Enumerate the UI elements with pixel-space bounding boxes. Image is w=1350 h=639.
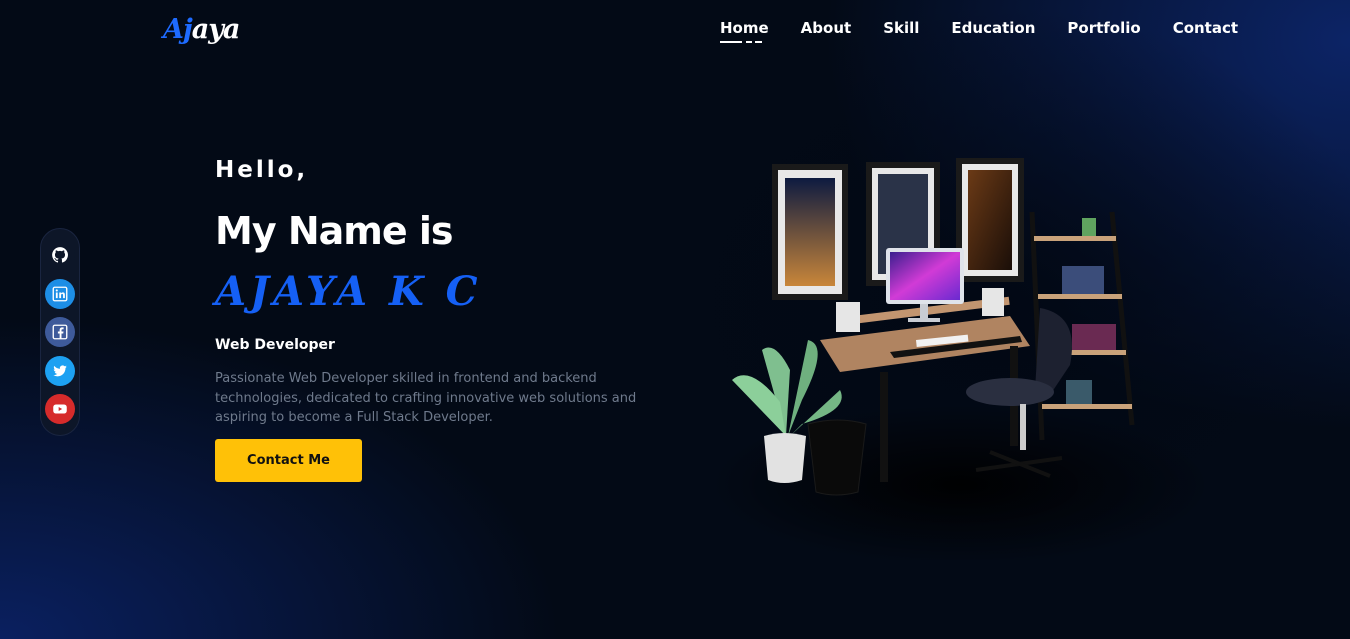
speaker-right (982, 288, 1004, 316)
linkedin-icon[interactable] (45, 278, 75, 309)
nav-skill[interactable]: Skill (883, 19, 919, 37)
waste-bin (807, 419, 867, 496)
twitter-icon[interactable] (45, 355, 75, 386)
hero-name: AJAYA K C (215, 268, 482, 315)
social-links-rail (40, 228, 80, 436)
hero-intro-heading: My Name is (215, 209, 454, 253)
picture-frame-left (772, 164, 848, 300)
hero-greeting: Hello, (215, 157, 309, 183)
youtube-icon[interactable] (45, 394, 75, 425)
nav-contact[interactable]: Contact (1173, 19, 1238, 37)
logo-text-accent: Aj (163, 14, 193, 45)
site-logo[interactable]: Ajaya (163, 14, 241, 45)
main-nav: Home About Skill Education Portfolio Con… (720, 19, 1238, 43)
contact-me-button[interactable]: Contact Me (215, 439, 362, 482)
nav-home[interactable]: Home (720, 19, 769, 43)
picture-frame-right (956, 158, 1024, 282)
facebook-icon[interactable] (45, 317, 75, 348)
logo-text: aya (191, 14, 241, 45)
nav-about[interactable]: About (801, 19, 852, 37)
workspace-illustration (710, 158, 1210, 560)
speaker-left (836, 302, 860, 332)
hero-role: Web Developer (215, 337, 335, 353)
nav-education[interactable]: Education (951, 19, 1035, 37)
github-icon[interactable] (45, 240, 75, 270)
hero-description: Passionate Web Developer skilled in fron… (215, 371, 637, 425)
nav-portfolio[interactable]: Portfolio (1067, 19, 1140, 37)
